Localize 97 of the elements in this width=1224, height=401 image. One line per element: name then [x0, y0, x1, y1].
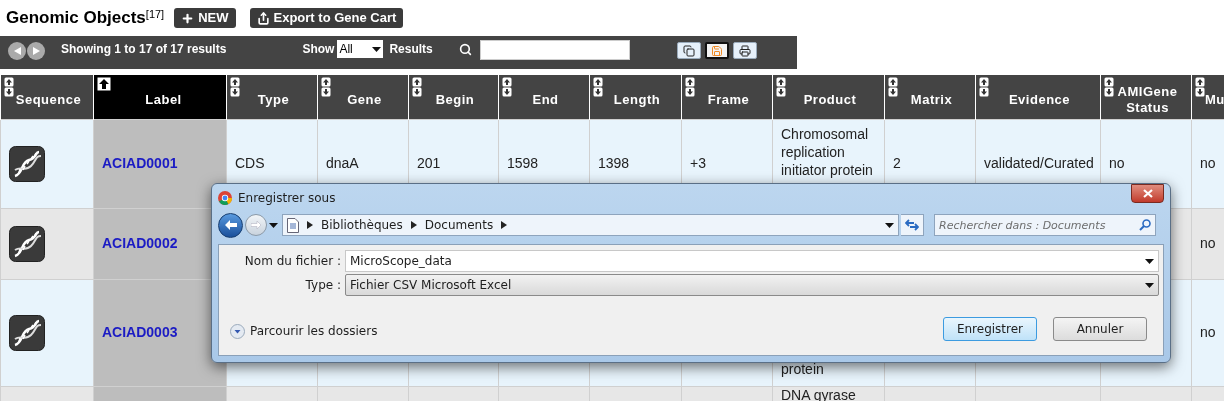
breadcrumb-item[interactable]: Bibliothèques: [321, 216, 403, 234]
printer-icon: [739, 44, 751, 57]
page-size-select[interactable]: All: [337, 40, 384, 58]
breadcrumb-item[interactable]: Documents: [424, 216, 494, 234]
sort-icon[interactable]: [1195, 77, 1205, 97]
file-type-select[interactable]: Fichier CSV Microsoft Excel: [345, 274, 1159, 296]
new-button[interactable]: NEW: [174, 8, 236, 28]
results-info: Showing 1 to 17 of 17 results: [61, 41, 227, 58]
column-header[interactable]: Gene: [317, 75, 409, 119]
address-dropdown-icon[interactable]: [885, 222, 894, 228]
dna-icon[interactable]: [9, 225, 45, 262]
table-cell: no: [1200, 235, 1216, 251]
page-title: Genomic Objects$^{[17]}$: [6, 6, 165, 30]
table-cell: +3: [690, 155, 706, 171]
table-cell: no: [1200, 324, 1216, 340]
table-cell: 1398: [598, 155, 630, 171]
table-cell: CDS: [235, 155, 265, 171]
dialog-title: Enregistrer sous: [238, 190, 336, 207]
table-cell: 2: [893, 155, 901, 171]
column-header[interactable]: Sequence: [0, 75, 94, 119]
sort-icon[interactable]: [1104, 77, 1114, 97]
table-cell: Chromosomal replication initiator protein: [781, 125, 873, 178]
plus-icon: [181, 11, 195, 25]
table-cell: dnaA: [326, 155, 359, 171]
search-icon: [1139, 219, 1151, 231]
forward-arrow-icon: [251, 221, 261, 229]
export-button[interactable]: Export to Gene Cart: [249, 8, 404, 28]
column-header[interactable]: Length: [589, 75, 682, 119]
column-header[interactable]: Begin: [408, 75, 499, 119]
refresh-button[interactable]: [901, 214, 924, 236]
sort-icon[interactable]: [776, 77, 786, 97]
chevron-icon: [410, 221, 417, 229]
copy-button[interactable]: [677, 42, 701, 59]
table-cell: no: [1109, 155, 1125, 171]
gene-link[interactable]: ACIAD0002: [102, 235, 178, 251]
table-cell: protein: [781, 360, 824, 377]
next-page-button[interactable]: [27, 42, 45, 60]
browse-folders-toggle[interactable]: Parcourir les dossiers: [230, 322, 378, 340]
dropdown-icon[interactable]: [372, 46, 382, 52]
table-cell: validated/Curated: [984, 155, 1094, 171]
dna-icon[interactable]: [9, 145, 45, 182]
right-triangle-icon: [32, 47, 40, 55]
refresh-icon: [905, 219, 919, 231]
field-label: Nom du fichier :: [243, 253, 341, 270]
column-header[interactable]: Type: [226, 75, 318, 119]
column-header[interactable]: Evidence: [975, 75, 1101, 119]
sort-icon[interactable]: [979, 77, 989, 97]
close-icon: [1142, 189, 1153, 198]
show-label: Show: [302, 41, 335, 58]
copy-icon: [683, 44, 695, 57]
column-header[interactable]: Mu: [1191, 75, 1224, 119]
gene-link[interactable]: ACIAD0001: [102, 155, 178, 171]
close-button[interactable]: [1131, 184, 1164, 203]
table-cell: no: [1200, 155, 1216, 171]
back-button[interactable]: [218, 212, 243, 238]
column-header[interactable]: AMIGene Status: [1100, 75, 1192, 119]
search-icon: [458, 43, 472, 56]
sort-icon[interactable]: [593, 77, 603, 97]
share-icon: [256, 11, 270, 25]
file-name-field[interactable]: MicroScope_data: [345, 250, 1159, 272]
left-triangle-icon: [13, 47, 21, 55]
results-label: Results: [389, 41, 433, 58]
dialog-button[interactable]: Enregistrer: [943, 317, 1037, 341]
field-label: Type :: [304, 277, 341, 294]
dropdown-icon[interactable]: [1145, 258, 1154, 264]
chevron-icon: [307, 221, 313, 229]
back-arrow-icon: [224, 220, 237, 230]
history-dropdown-icon[interactable]: [269, 222, 278, 228]
column-header[interactable]: Label: [93, 75, 227, 119]
save-button[interactable]: [705, 42, 729, 59]
sort-icon[interactable]: [685, 77, 695, 97]
column-header[interactable]: Product: [772, 75, 885, 119]
sort-up-icon[interactable]: [97, 77, 111, 91]
search-field[interactable]: Rechercher dans : Documents: [934, 214, 1156, 236]
chevron-icon: [501, 221, 508, 229]
dropdown-icon[interactable]: [1145, 282, 1154, 288]
sort-icon[interactable]: [4, 77, 14, 97]
browser-logo-icon: [218, 191, 232, 205]
dna-icon[interactable]: [9, 314, 45, 351]
dialog-button[interactable]: Annuler: [1053, 317, 1147, 341]
sort-icon[interactable]: [888, 77, 898, 97]
sort-icon[interactable]: [412, 77, 422, 97]
column-header[interactable]: Matrix: [884, 75, 976, 119]
sort-icon[interactable]: [230, 77, 240, 97]
gene-link[interactable]: ACIAD0003: [102, 324, 178, 340]
document-icon: [287, 217, 299, 233]
address-bar[interactable]: Bibliothèques Documents: [282, 214, 899, 236]
sort-icon[interactable]: [321, 77, 331, 97]
previous-page-button[interactable]: [8, 42, 26, 60]
print-button[interactable]: [733, 42, 757, 59]
column-header[interactable]: Frame: [681, 75, 773, 119]
column-header[interactable]: End: [498, 75, 590, 119]
expand-icon: [230, 323, 245, 339]
table-cell: 201: [417, 155, 441, 171]
table-search-field[interactable]: [479, 40, 630, 60]
sort-icon[interactable]: [502, 77, 512, 97]
table-cell: 1598: [507, 155, 539, 171]
